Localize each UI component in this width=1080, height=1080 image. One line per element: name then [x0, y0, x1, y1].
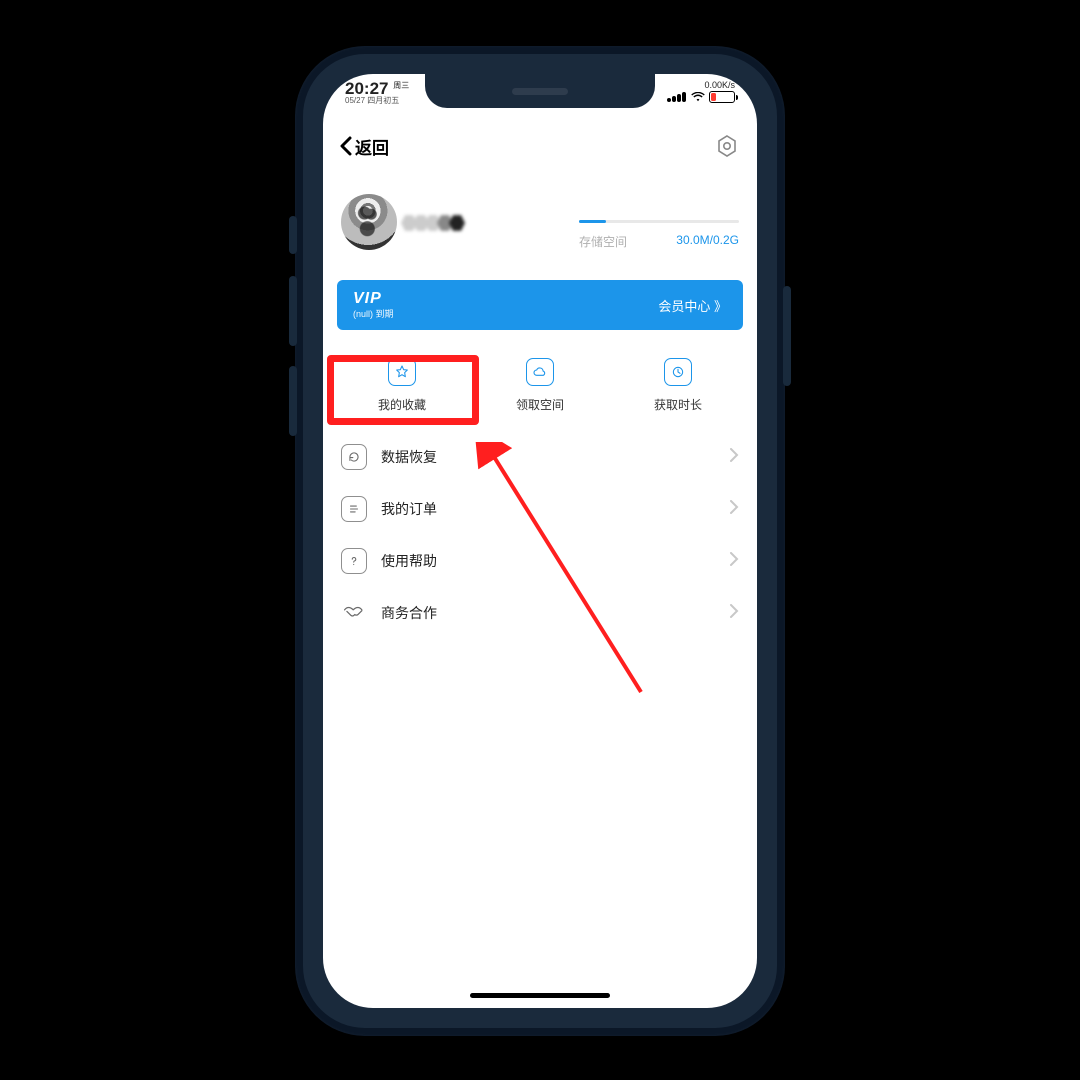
feature-label: 获取时长 — [654, 396, 702, 413]
cloud-icon — [526, 358, 554, 386]
vip-title: VIP — [353, 290, 394, 308]
feature-row: 我的收藏 领取空间 获取时长 — [333, 358, 747, 413]
speaker — [512, 88, 568, 95]
status-right: 0.00K/s — [667, 80, 735, 103]
silent-switch — [289, 216, 297, 254]
notch — [425, 74, 655, 108]
device-bezel: 20:27 周三 05/27 四月初五 0.00K/s — [303, 54, 777, 1028]
home-indicator[interactable] — [470, 993, 610, 998]
status-subdate: 05/27 四月初五 — [345, 97, 409, 105]
recovery-icon — [341, 444, 367, 470]
settings-button[interactable] — [713, 132, 741, 160]
volume-up-button — [289, 276, 297, 346]
menu-data-recovery[interactable]: 数据恢复 — [333, 431, 747, 483]
menu-label: 我的订单 — [381, 499, 437, 519]
status-day: 周三 — [393, 82, 409, 90]
star-icon — [388, 358, 416, 386]
storage-fill — [579, 220, 606, 223]
vip-banner[interactable]: VIP (null) 到期 会员中心 》 — [337, 280, 743, 330]
orders-icon — [341, 496, 367, 522]
gear-icon — [715, 134, 739, 158]
back-button[interactable]: 返回 — [339, 134, 389, 159]
menu-business[interactable]: 商务合作 — [333, 587, 747, 639]
menu-label: 商务合作 — [381, 603, 437, 623]
power-button — [783, 286, 791, 386]
nav-bar: 返回 — [323, 124, 757, 168]
chevron-right-icon — [729, 448, 739, 467]
feature-label: 领取空间 — [516, 396, 564, 413]
battery-icon — [709, 91, 735, 103]
storage-bar — [579, 220, 739, 223]
storage-block[interactable]: 存储空间 30.0M/0.2G — [579, 194, 739, 250]
status-net-speed: 0.00K/s — [667, 80, 735, 90]
storage-value: 30.0M/0.2G — [676, 233, 739, 250]
screen: 20:27 周三 05/27 四月初五 0.00K/s — [323, 74, 757, 1008]
vip-action-label: 会员中心 》 — [658, 296, 727, 315]
feature-get-time[interactable]: 获取时长 — [654, 358, 702, 413]
status-left: 20:27 周三 05/27 四月初五 — [345, 80, 409, 105]
wifi-icon — [691, 92, 705, 102]
menu-help[interactable]: 使用帮助 — [333, 535, 747, 587]
volume-down-button — [289, 366, 297, 436]
feature-claim-space[interactable]: 领取空间 — [516, 358, 564, 413]
clock-icon — [664, 358, 692, 386]
help-icon — [341, 548, 367, 574]
storage-label: 存储空间 — [579, 233, 627, 250]
content: 存储空间 30.0M/0.2G — [323, 174, 757, 984]
chevron-right-icon — [729, 500, 739, 519]
back-label: 返回 — [355, 134, 389, 159]
feature-label: 我的收藏 — [378, 396, 426, 413]
menu-list: 数据恢复 我的订单 — [333, 431, 747, 639]
handshake-icon — [341, 600, 367, 626]
chevron-right-icon — [729, 604, 739, 623]
signal-icon — [667, 92, 687, 102]
feature-favorites[interactable]: 我的收藏 — [378, 358, 426, 413]
username-masked — [405, 214, 465, 232]
vip-subtitle: (null) 到期 — [353, 310, 394, 320]
menu-label: 数据恢复 — [381, 447, 437, 467]
menu-my-orders[interactable]: 我的订单 — [333, 483, 747, 535]
avatar[interactable] — [341, 194, 397, 250]
chevron-right-icon — [729, 552, 739, 571]
device-frame: 20:27 周三 05/27 四月初五 0.00K/s — [295, 46, 785, 1036]
menu-label: 使用帮助 — [381, 551, 437, 571]
chevron-left-icon — [339, 136, 353, 156]
profile-section: 存储空间 30.0M/0.2G — [333, 174, 747, 250]
